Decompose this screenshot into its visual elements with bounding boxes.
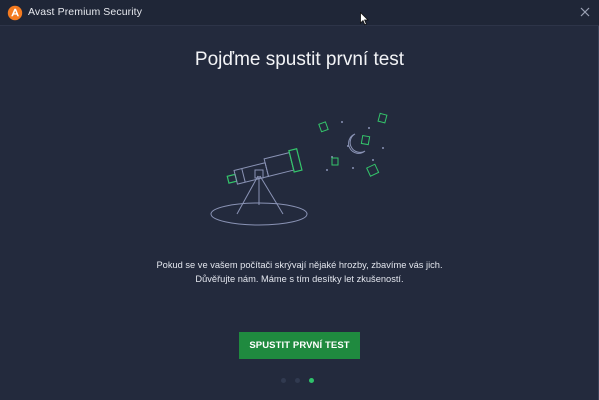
- description-line-2: Důvěřujte nám. Máme s tím desítky let zk…: [195, 274, 404, 284]
- pagination-dot-1[interactable]: [281, 378, 286, 383]
- pagination-dots: [281, 378, 314, 384]
- description-line-1: Pokud se ve vašem počítači skrývají něja…: [156, 260, 443, 270]
- run-first-test-button[interactable]: SPUSTIT PRVNÍ TEST: [239, 332, 360, 359]
- close-icon[interactable]: [577, 4, 593, 20]
- title-bar: Avast Premium Security: [0, 0, 599, 26]
- avast-logo-icon: [7, 5, 23, 21]
- pagination-dot-3-active[interactable]: [309, 378, 314, 383]
- app-window: Avast Premium Security Pojďme spustit pr…: [0, 0, 599, 400]
- window-title: Avast Premium Security: [28, 6, 143, 18]
- description-text: Pokud se ve vašem počítači skrývají něja…: [0, 258, 599, 286]
- telescope-icon: [210, 112, 388, 226]
- page-heading: Pojďme spustit první test: [194, 49, 405, 70]
- pagination-dot-2[interactable]: [295, 378, 300, 383]
- mouse-cursor-icon: [360, 12, 369, 26]
